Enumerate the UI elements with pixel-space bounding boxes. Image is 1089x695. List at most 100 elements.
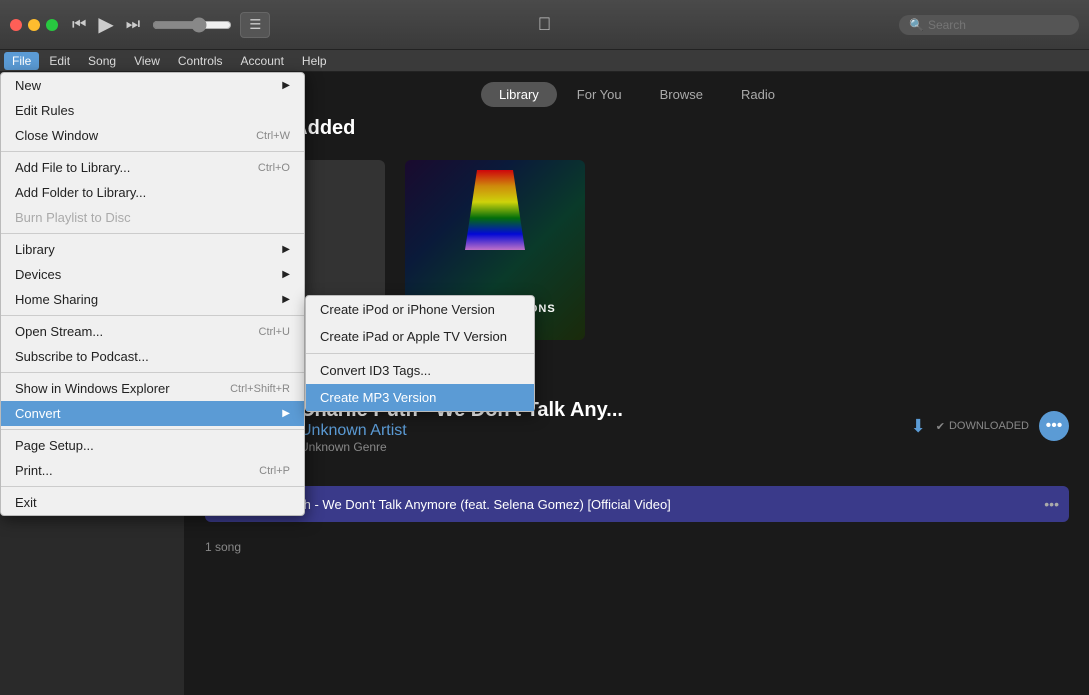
download-icon: ⬇ bbox=[911, 416, 926, 437]
window-controls bbox=[10, 19, 58, 31]
tab-radio[interactable]: Radio bbox=[723, 82, 793, 107]
menu-item-edit-rules[interactable]: Edit Rules bbox=[1, 98, 304, 123]
file-dropdown-menu: New ▶ Edit Rules Close Window Ctrl+W Add… bbox=[0, 72, 305, 516]
menu-song[interactable]: Song bbox=[80, 52, 124, 70]
menu-controls[interactable]: Controls bbox=[170, 52, 231, 70]
convert-arrow-icon: ▶ bbox=[282, 408, 290, 419]
submenu-item-ipad-appletv[interactable]: Create iPad or Apple TV Version bbox=[306, 323, 534, 350]
menu-item-add-file[interactable]: Add File to Library... Ctrl+O bbox=[1, 155, 304, 180]
menu-exit-label: Exit bbox=[15, 495, 37, 510]
dm-separator-6 bbox=[1, 486, 304, 487]
dm-separator-3 bbox=[1, 315, 304, 316]
close-window-shortcut: Ctrl+W bbox=[256, 130, 290, 142]
tab-bar: Library For You Browse Radio bbox=[185, 72, 1089, 107]
menu-item-show-explorer[interactable]: Show in Windows Explorer Ctrl+Shift+R bbox=[1, 376, 304, 401]
apple-logo-icon:  bbox=[538, 14, 552, 35]
dm-separator-5 bbox=[1, 429, 304, 430]
menu-edit[interactable]: Edit bbox=[41, 52, 78, 70]
song-title: Charlie Puth - We Don't Talk Anymore (fe… bbox=[239, 497, 1034, 512]
search-bar: 🔍 bbox=[899, 15, 1079, 35]
menu-item-burn-playlist: Burn Playlist to Disc bbox=[1, 205, 304, 230]
menu-convert-label: Convert bbox=[15, 406, 61, 421]
song-more-button[interactable]: ••• bbox=[1044, 496, 1059, 512]
menu-show-explorer-label: Show in Windows Explorer bbox=[15, 381, 170, 396]
open-stream-shortcut: Ctrl+U bbox=[259, 326, 290, 338]
transport-controls: ⏮ ▶ ⏭ bbox=[68, 10, 144, 39]
menu-item-open-stream[interactable]: Open Stream... Ctrl+U bbox=[1, 319, 304, 344]
menu-item-page-setup[interactable]: Page Setup... bbox=[1, 433, 304, 458]
menu-item-convert[interactable]: Convert ▶ bbox=[1, 401, 304, 426]
menu-print-label: Print... bbox=[15, 463, 53, 478]
dm-separator-1 bbox=[1, 151, 304, 152]
print-shortcut: Ctrl+P bbox=[259, 465, 290, 477]
create-ipod-iphone-label: Create iPod or iPhone Version bbox=[320, 302, 495, 317]
title-bar: ⏮ ▶ ⏭  ☰ 🔍 bbox=[0, 0, 1089, 50]
menu-item-add-folder[interactable]: Add Folder to Library... bbox=[1, 180, 304, 205]
menu-item-new[interactable]: New ▶ bbox=[1, 73, 304, 98]
menu-item-exit[interactable]: Exit bbox=[1, 490, 304, 515]
convert-id3-label: Convert ID3 Tags... bbox=[320, 363, 431, 378]
menu-item-subscribe-podcast[interactable]: Subscribe to Podcast... bbox=[1, 344, 304, 369]
tab-library[interactable]: Library bbox=[481, 82, 557, 107]
song-count: 1 song bbox=[185, 532, 1089, 562]
menu-view[interactable]: View bbox=[126, 52, 168, 70]
downloaded-label: DOWNLOADED bbox=[949, 420, 1029, 432]
search-icon: 🔍 bbox=[909, 18, 924, 32]
submenu-separator-1 bbox=[306, 353, 534, 354]
play-button[interactable]: ▶ bbox=[94, 10, 117, 39]
menu-help[interactable]: Help bbox=[294, 52, 335, 70]
checkmark-icon: ✔ bbox=[936, 420, 945, 433]
menu-item-print[interactable]: Print... Ctrl+P bbox=[1, 458, 304, 483]
menu-item-close-window[interactable]: Close Window Ctrl+W bbox=[1, 123, 304, 148]
submenu-item-ipod-iphone[interactable]: Create iPod or iPhone Version bbox=[306, 296, 534, 323]
menu-edit-rules-label: Edit Rules bbox=[15, 103, 74, 118]
submenu-item-create-mp3[interactable]: Create MP3 Version bbox=[306, 384, 534, 411]
menu-home-sharing-label: Home Sharing bbox=[15, 292, 98, 307]
home-sharing-arrow-icon: ▶ bbox=[282, 294, 290, 305]
more-options-button[interactable]: ••• bbox=[1039, 411, 1069, 441]
menu-burn-playlist-label: Burn Playlist to Disc bbox=[15, 210, 131, 225]
rainbow-icon bbox=[465, 170, 525, 250]
convert-submenu: Create iPod or iPhone Version Create iPa… bbox=[305, 295, 535, 412]
song-list: ♡ Charlie Puth - We Don't Talk Anymore (… bbox=[185, 476, 1089, 532]
show-explorer-shortcut: Ctrl+Shift+R bbox=[230, 383, 290, 395]
menu-close-window-label: Close Window bbox=[15, 128, 98, 143]
downloaded-badge: ✔ DOWNLOADED bbox=[936, 420, 1029, 433]
menu-item-devices[interactable]: Devices ▶ bbox=[1, 262, 304, 287]
menu-bar: File Edit Song View Controls Account Hel… bbox=[0, 50, 1089, 72]
new-arrow-icon: ▶ bbox=[282, 80, 290, 91]
list-view-button[interactable]: ☰ bbox=[240, 12, 270, 38]
create-ipad-appletv-label: Create iPad or Apple TV Version bbox=[320, 329, 507, 344]
close-button[interactable] bbox=[10, 19, 22, 31]
create-mp3-label: Create MP3 Version bbox=[320, 390, 436, 405]
minimize-button[interactable] bbox=[28, 19, 40, 31]
menu-item-library[interactable]: Library ▶ bbox=[1, 237, 304, 262]
tab-browse[interactable]: Browse bbox=[642, 82, 721, 107]
menu-open-stream-label: Open Stream... bbox=[15, 324, 103, 339]
now-playing-artist: Unknown Artist bbox=[300, 422, 896, 440]
library-arrow-icon: ▶ bbox=[282, 244, 290, 255]
submenu-item-convert-id3[interactable]: Convert ID3 Tags... bbox=[306, 357, 534, 384]
menu-library-label: Library bbox=[15, 242, 55, 257]
menu-file[interactable]: File bbox=[4, 52, 39, 70]
dm-separator-2 bbox=[1, 233, 304, 234]
next-button[interactable]: ⏭ bbox=[122, 14, 144, 36]
menu-account[interactable]: Account bbox=[233, 52, 292, 70]
menu-add-file-label: Add File to Library... bbox=[15, 160, 130, 175]
section-title: Recently Added bbox=[185, 107, 1089, 150]
menu-item-home-sharing[interactable]: Home Sharing ▶ bbox=[1, 287, 304, 312]
tab-for-you[interactable]: For You bbox=[559, 82, 640, 107]
maximize-button[interactable] bbox=[46, 19, 58, 31]
devices-arrow-icon: ▶ bbox=[282, 269, 290, 280]
add-file-shortcut: Ctrl+O bbox=[258, 162, 290, 174]
menu-page-setup-label: Page Setup... bbox=[15, 438, 94, 453]
search-input[interactable] bbox=[928, 18, 1069, 32]
menu-new-label: New bbox=[15, 78, 41, 93]
now-playing-genre: Unknown Genre bbox=[300, 440, 896, 454]
song-row[interactable]: ♡ Charlie Puth - We Don't Talk Anymore (… bbox=[205, 486, 1069, 522]
volume-slider[interactable] bbox=[152, 17, 232, 33]
menu-subscribe-podcast-label: Subscribe to Podcast... bbox=[15, 349, 149, 364]
dm-separator-4 bbox=[1, 372, 304, 373]
prev-button[interactable]: ⏮ bbox=[68, 14, 90, 36]
now-playing-actions: ⬇ ✔ DOWNLOADED ••• bbox=[911, 411, 1069, 441]
